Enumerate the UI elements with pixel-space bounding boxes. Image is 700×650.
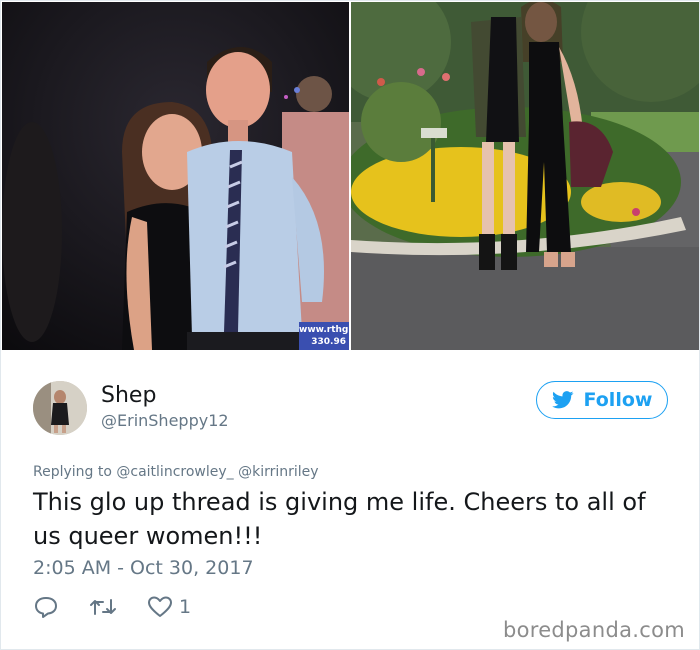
tweet-card: www.rthg 330.96 Shep @ErinSheppy12 Follo… [0, 0, 700, 650]
follow-button[interactable]: Follow [536, 381, 668, 419]
reply-icon [33, 595, 59, 619]
photo-right[interactable] [351, 2, 699, 350]
tweet-timestamp[interactable]: 2:05 AM - Oct 30, 2017 [33, 557, 254, 579]
heart-icon [147, 595, 173, 619]
retweet-button[interactable] [89, 595, 117, 619]
tweet-photos: www.rthg 330.96 [2, 2, 699, 350]
tweet-text: This glo up thread is giving me life. Ch… [33, 488, 646, 550]
garden-photo-illustration [351, 2, 699, 350]
replying-to: Replying to @caitlincrowley_ @kirrinrile… [33, 464, 319, 480]
retweet-icon [89, 595, 117, 619]
avatar-image [33, 381, 87, 435]
watermark-text: www.rthg 330.96 [299, 325, 349, 347]
user-handle[interactable]: @ErinSheppy12 [101, 411, 229, 430]
replying-prefix: Replying to [33, 464, 112, 480]
like-button[interactable]: 1 [147, 595, 191, 619]
mention-link[interactable]: @caitlincrowley_ [116, 464, 233, 480]
twitter-bird-icon [551, 391, 574, 409]
like-count: 1 [179, 596, 192, 618]
mention-link[interactable]: @kirrinriley [238, 464, 318, 480]
user-name[interactable]: Shep [101, 383, 156, 408]
brand-watermark: boredpanda.com [502, 618, 685, 642]
prom-photo-illustration [2, 2, 349, 350]
avatar[interactable] [33, 381, 87, 435]
photo-left[interactable]: www.rthg 330.96 [2, 2, 349, 350]
reply-button[interactable] [33, 595, 59, 619]
watermark-logo: www.rthg 330.96 [299, 322, 349, 350]
follow-label: Follow [583, 389, 653, 411]
tweet-actions: 1 [33, 595, 221, 619]
